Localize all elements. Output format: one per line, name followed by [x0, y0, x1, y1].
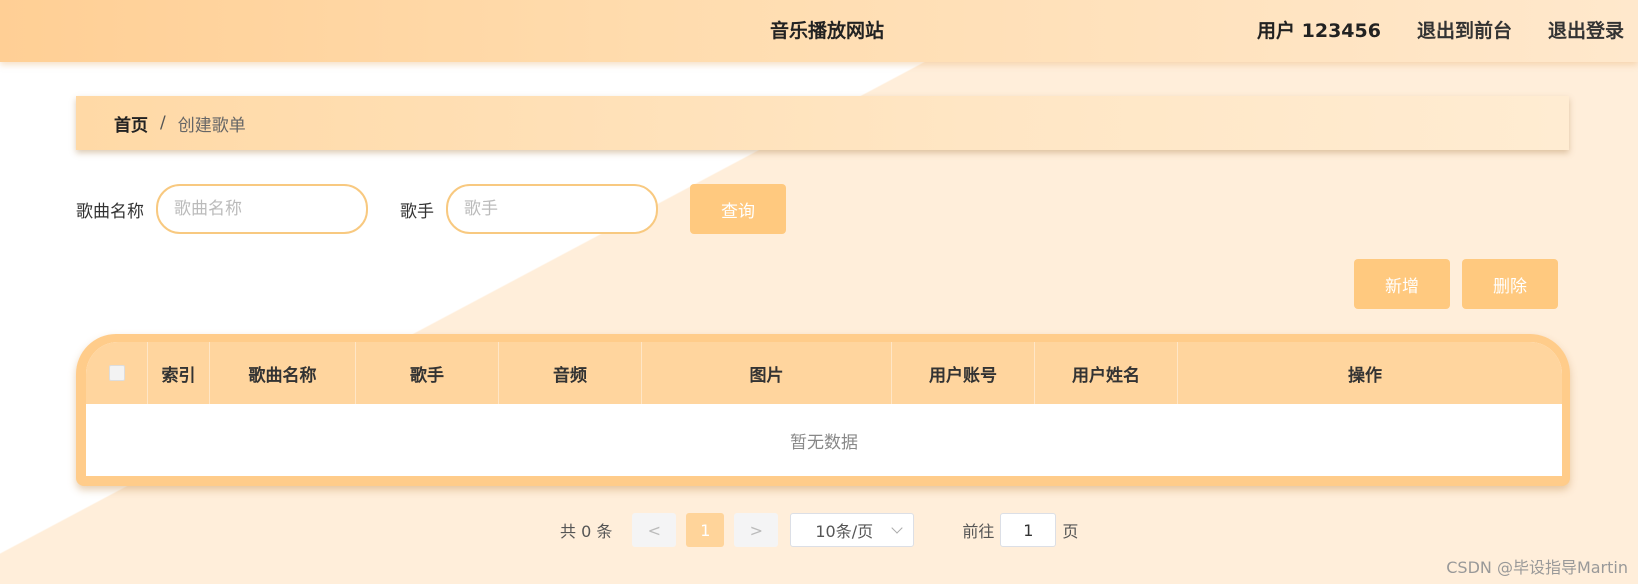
next-page-button[interactable]: >	[734, 513, 779, 547]
column-header-song-name[interactable]: 歌曲名称	[210, 342, 356, 404]
column-header-user-name[interactable]: 用户姓名	[1035, 342, 1178, 404]
logout-link[interactable]: 退出登录	[1548, 16, 1624, 43]
current-user: 用户 123456	[1257, 20, 1381, 42]
page-number-current[interactable]: 1	[686, 513, 725, 547]
search-bar: 歌曲名称 歌手 查询	[76, 184, 786, 234]
column-header-singer[interactable]: 歌手	[356, 342, 499, 404]
back-to-front-link[interactable]: 退出到前台	[1417, 16, 1512, 43]
page-size-value: 10条/页	[815, 522, 874, 541]
page-size-select[interactable]: 10条/页	[790, 513, 915, 547]
chevron-down-icon	[891, 522, 904, 534]
breadcrumb-separator: /	[160, 113, 166, 133]
top-bar: 音乐播放网站 用户 123456 退出到前台 退出登录	[0, 0, 1638, 62]
page-unit-label: 页	[1062, 522, 1079, 541]
pagination: 共 0 条 < 1 > 10条/页 前往 页	[560, 512, 1078, 548]
singer-label: 歌手	[400, 201, 434, 222]
breadcrumb-home[interactable]: 首页	[114, 111, 148, 136]
table-header: 索引 歌曲名称 歌手 音频 图片 用户账号 用户姓名 操作	[86, 342, 1562, 404]
watermark: CSDN @毕设指导Martin	[1446, 558, 1628, 577]
select-all-checkbox[interactable]	[108, 365, 125, 381]
table-body-wrapper: 索引 歌曲名称 歌手 音频 图片 用户账号 用户姓名 操作 暂无数据	[86, 342, 1562, 476]
delete-button[interactable]: 删除	[1462, 259, 1558, 309]
column-header-image[interactable]: 图片	[642, 342, 892, 404]
top-links: 用户 123456 退出到前台 退出登录	[1257, 16, 1624, 43]
column-header-index[interactable]: 索引	[148, 342, 210, 404]
goto-label: 前往	[962, 522, 995, 541]
breadcrumb-current: 创建歌单	[177, 115, 246, 136]
goto-page-input[interactable]	[1000, 513, 1057, 547]
total-count: 共 0 条	[560, 522, 613, 541]
empty-message: 暂无数据	[790, 432, 858, 453]
breadcrumb: 首页 / 创建歌单	[76, 96, 1569, 150]
column-header-user-account[interactable]: 用户账号	[892, 342, 1035, 404]
prev-page-button[interactable]: <	[632, 513, 677, 547]
data-table: 索引 歌曲名称 歌手 音频 图片 用户账号 用户姓名 操作 暂无数据	[76, 334, 1570, 486]
column-header-operation: 操作	[1348, 365, 1382, 386]
singer-input[interactable]	[446, 184, 658, 234]
song-name-label: 歌曲名称	[76, 201, 144, 222]
header-select-all[interactable]	[86, 342, 148, 404]
add-button[interactable]: 新增	[1354, 259, 1450, 309]
site-title: 音乐播放网站	[770, 20, 885, 42]
column-header-audio[interactable]: 音频	[499, 342, 642, 404]
query-button[interactable]: 查询	[690, 184, 786, 234]
song-name-input[interactable]	[156, 184, 368, 234]
